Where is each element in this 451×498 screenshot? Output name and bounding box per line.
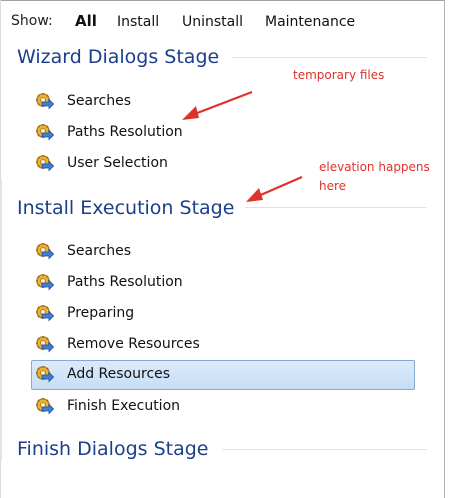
gear-with-arrow-icon <box>36 398 54 415</box>
item-label: Searches <box>67 93 132 109</box>
item-label: Searches <box>67 243 132 259</box>
stage-item-searches[interactable]: Searches <box>31 87 415 116</box>
gear-with-arrow-icon <box>36 366 54 383</box>
item-label: Remove Resources <box>67 336 200 352</box>
filter-maintenance[interactable]: Maintenance <box>265 12 355 32</box>
stage-item-remove-resources[interactable]: Remove Resources <box>31 330 415 359</box>
gear-with-arrow-icon <box>36 305 54 322</box>
stage-rule <box>222 449 427 450</box>
annotation-elevation-line2: here <box>319 179 347 193</box>
annotation-elevation-line1: elevation happens <box>319 160 430 174</box>
filter-install[interactable]: Install <box>117 12 159 32</box>
gear-with-arrow-icon <box>36 93 54 110</box>
gear-with-arrow-icon <box>36 155 54 172</box>
gear-with-arrow-icon <box>36 124 54 141</box>
arrow-to-install-execution-stage <box>246 175 303 202</box>
gear-with-arrow-icon <box>36 243 54 260</box>
filter-all[interactable]: All <box>75 11 97 31</box>
stage-title-finish-dialogs: Finish Dialogs Stage <box>17 438 209 460</box>
annotation-temporary-files: temporary files <box>293 68 385 82</box>
stage-title-wizard-dialogs: Wizard Dialogs Stage <box>17 46 220 68</box>
stage-item-preparing[interactable]: Preparing <box>31 299 415 328</box>
stage-rule <box>245 207 427 208</box>
filter-uninstall[interactable]: Uninstall <box>182 12 243 32</box>
stage-item-add-resources[interactable]: Add Resources <box>31 360 415 390</box>
frame-right-border <box>444 0 445 498</box>
item-label: Preparing <box>67 305 135 321</box>
stage-item-searches[interactable]: Searches <box>31 237 415 266</box>
gear-with-arrow-icon <box>36 274 54 291</box>
item-label: Paths Resolution <box>67 274 183 290</box>
stage-item-paths-resolution[interactable]: Paths Resolution <box>31 118 415 147</box>
stage-item-paths-resolution[interactable]: Paths Resolution <box>31 268 415 297</box>
item-label: Finish Execution <box>67 398 181 414</box>
show-label: Show: <box>11 13 53 29</box>
panel-divider <box>0 180 2 460</box>
gear-with-arrow-icon <box>36 336 54 353</box>
item-label: Add Resources <box>67 366 171 382</box>
stage-title-install-execution: Install Execution Stage <box>17 197 235 219</box>
stage-item-finish-execution[interactable]: Finish Execution <box>31 392 415 421</box>
frame-top-border <box>0 0 444 1</box>
item-label: Paths Resolution <box>67 124 183 140</box>
item-label: User Selection <box>67 155 168 171</box>
stage-rule <box>232 57 427 58</box>
